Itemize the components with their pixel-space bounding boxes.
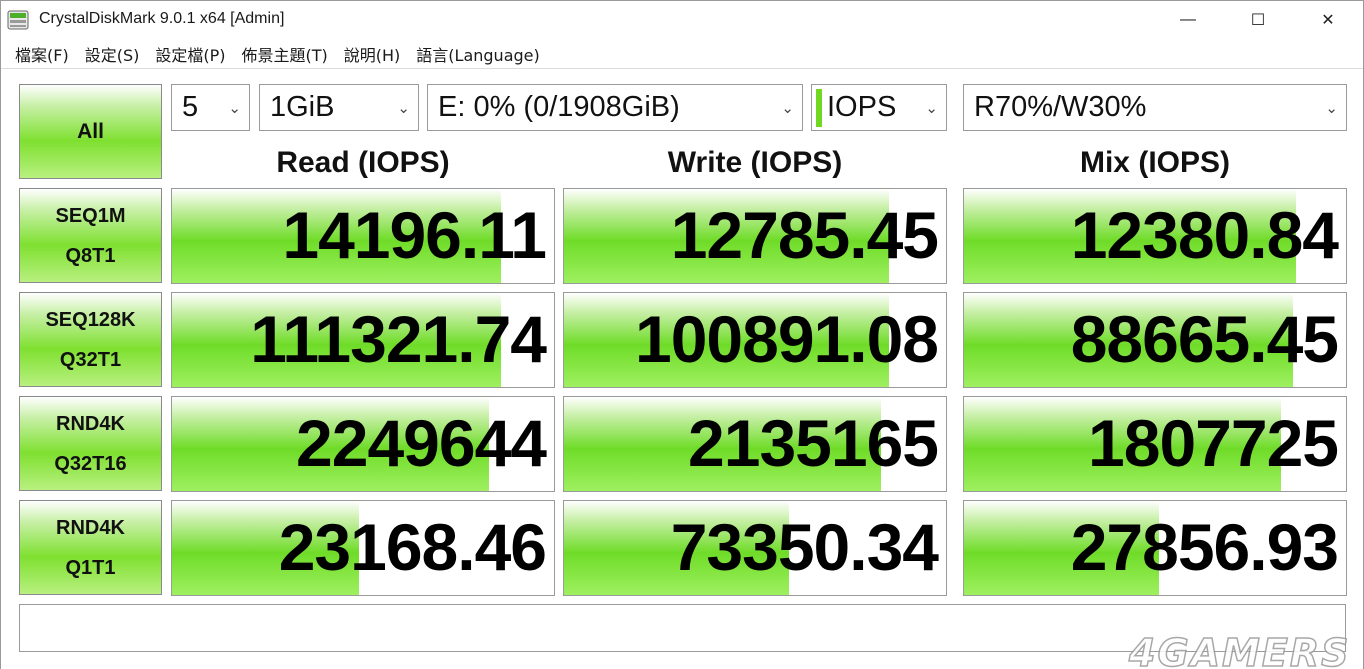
result-cell: 111321.74 — [171, 292, 555, 388]
result-cell: 12380.84 — [963, 188, 1347, 284]
test-name: RND4K — [56, 412, 125, 435]
menu-file[interactable]: 檔案(F) — [7, 42, 77, 66]
result-value: 1807725 — [1088, 406, 1339, 480]
close-button[interactable]: ✕ — [1293, 1, 1363, 39]
drive-value: E: 0% (0/1908GiB) — [438, 91, 680, 123]
result-value: 2249644 — [296, 406, 547, 480]
seq1m-q8t1-button[interactable]: SEQ1M Q8T1 — [19, 188, 162, 283]
menu-theme[interactable]: 佈景主題(T) — [234, 42, 336, 66]
result-cell: 2135165 — [563, 396, 947, 492]
result-cell: 27856.93 — [963, 500, 1347, 596]
result-value: 88665.45 — [1070, 302, 1339, 376]
unit-indicator — [816, 88, 822, 127]
rnd4k-q1t1-button[interactable]: RND4K Q1T1 — [19, 500, 162, 595]
mix-column-header: Mix (IOPS) — [1079, 146, 1230, 179]
result-cell: 100891.08 — [563, 292, 947, 388]
result-value: 27856.93 — [1070, 510, 1339, 584]
chevron-down-icon: ⌄ — [228, 99, 241, 117]
chevron-down-icon: ⌄ — [781, 99, 794, 117]
read-column-header: Read (IOPS) — [276, 146, 450, 179]
test-count-value: 5 — [182, 91, 199, 123]
menu-help[interactable]: 說明(H) — [336, 42, 409, 66]
result-cell: 1807725 — [963, 396, 1347, 492]
chevron-down-icon: ⌄ — [1325, 99, 1338, 117]
minimize-button[interactable]: — — [1153, 1, 1223, 39]
maximize-button[interactable]: ☐ — [1223, 1, 1293, 39]
menu-bar: 檔案(F) 設定(S) 設定檔(P) 佈景主題(T) 說明(H) 語言(Lang… — [1, 39, 1363, 69]
result-value: 12785.45 — [670, 198, 939, 272]
menu-settings[interactable]: 設定(S) — [77, 42, 148, 66]
result-cell: 12785.45 — [563, 188, 947, 284]
test-name: RND4K — [56, 516, 125, 539]
result-cell: 73350.34 — [563, 500, 947, 596]
write-column-header: Write (IOPS) — [667, 146, 843, 179]
mix-ratio-select[interactable]: R70%/W30% ⌄ — [963, 84, 1347, 131]
unit-value: IOPS — [827, 91, 897, 123]
test-params: Q32T1 — [59, 348, 122, 371]
title-bar: CrystalDiskMark 9.0.1 x64 [Admin] — ☐ ✕ — [1, 1, 1363, 39]
app-window: CrystalDiskMark 9.0.1 x64 [Admin] — ☐ ✕ … — [0, 0, 1364, 669]
result-value: 12380.84 — [1070, 198, 1339, 272]
menu-language[interactable]: 語言(Language) — [408, 42, 547, 66]
result-value: 100891.08 — [635, 302, 939, 376]
test-name: SEQ1M — [55, 204, 126, 227]
test-size-value: 1GiB — [270, 91, 335, 123]
window-title: CrystalDiskMark 9.0.1 x64 [Admin] — [39, 10, 285, 27]
test-name: SEQ128K — [45, 308, 136, 331]
result-value: 23168.46 — [278, 510, 547, 584]
all-button[interactable]: All — [19, 84, 162, 179]
result-value: 14196.11 — [282, 198, 547, 272]
drive-select[interactable]: E: 0% (0/1908GiB) ⌄ — [427, 84, 803, 131]
test-count-select[interactable]: 5 ⌄ — [171, 84, 250, 131]
test-params: Q32T16 — [54, 452, 127, 475]
result-value: 73350.34 — [670, 510, 939, 584]
result-value: 2135165 — [688, 406, 939, 480]
test-params: Q8T1 — [65, 244, 116, 267]
result-cell: 14196.11 — [171, 188, 555, 284]
rnd4k-q32t16-button[interactable]: RND4K Q32T16 — [19, 396, 162, 491]
menu-profile[interactable]: 設定檔(P) — [147, 42, 233, 66]
result-cell: 2249644 — [171, 396, 555, 492]
result-value: 111321.74 — [250, 302, 547, 376]
chevron-down-icon: ⌄ — [925, 99, 938, 117]
watermark-logo: 4GAMERS — [1128, 630, 1351, 669]
test-params: Q1T1 — [65, 556, 116, 579]
result-cell: 88665.45 — [963, 292, 1347, 388]
main-panel: All 5 ⌄ 1GiB ⌄ E: 0% (0/1908GiB) ⌄ IOPS … — [1, 70, 1363, 669]
seq128k-q32t1-button[interactable]: SEQ128K Q32T1 — [19, 292, 162, 387]
app-disk-icon — [7, 10, 29, 30]
unit-select[interactable]: IOPS ⌄ — [811, 84, 947, 131]
test-size-select[interactable]: 1GiB ⌄ — [259, 84, 419, 131]
chevron-down-icon: ⌄ — [397, 99, 410, 117]
mix-ratio-value: R70%/W30% — [974, 91, 1147, 123]
result-cell: 23168.46 — [171, 500, 555, 596]
